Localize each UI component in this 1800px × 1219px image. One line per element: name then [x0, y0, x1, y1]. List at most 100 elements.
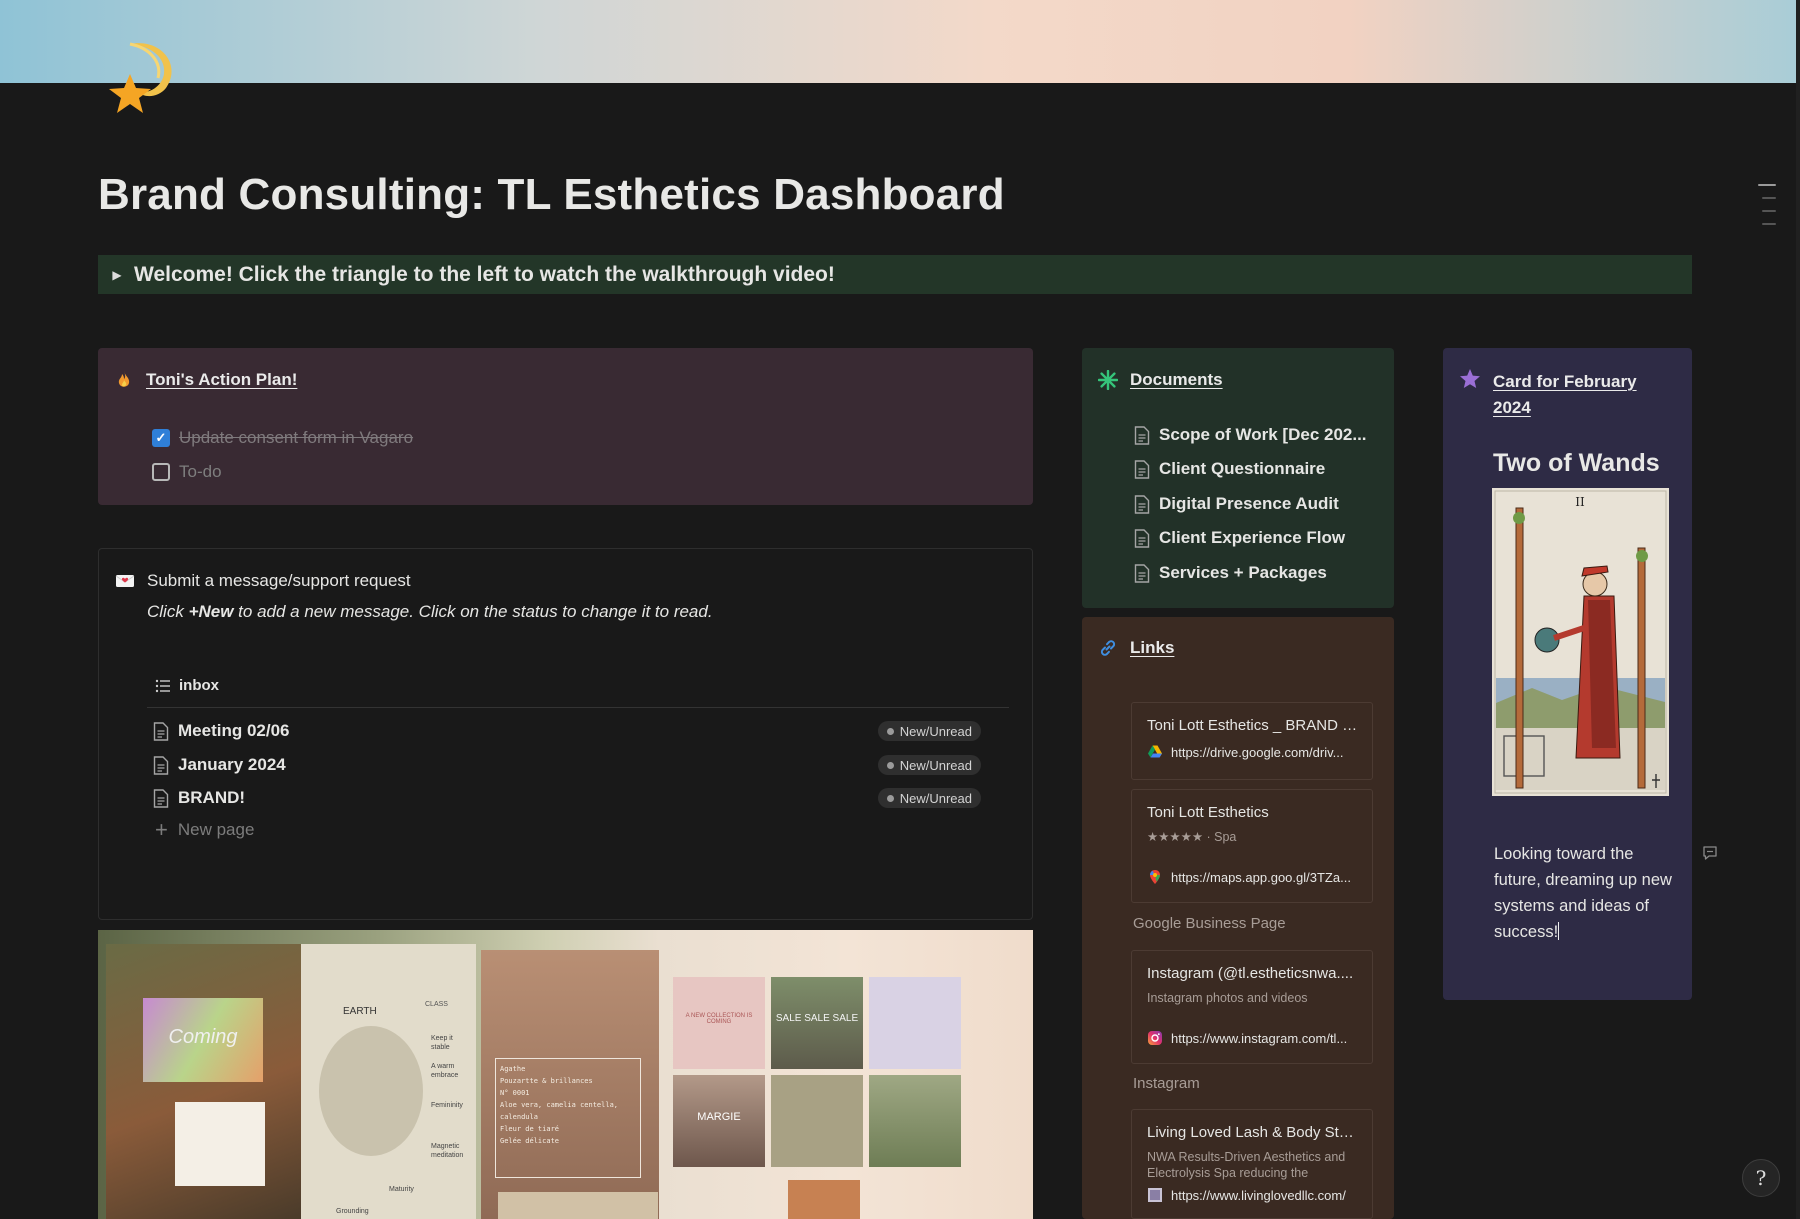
sale-tile: SALE SALE SALE [771, 977, 863, 1069]
page-icon [1134, 494, 1150, 514]
bookmark-title[interactable]: Toni Lott Esthetics _ BRAND - ... [1147, 717, 1358, 734]
bookmark-title[interactable]: Instagram (@tl.estheticsnwa.... [1147, 965, 1358, 982]
moodboard-image[interactable]: Coming EARTH CLASS Keep it stable A warm… [98, 930, 1033, 1219]
new-page-button[interactable]: + New page [155, 819, 254, 841]
bookmark-card[interactable]: Toni Lott Esthetics _ BRAND - ... https:… [1131, 702, 1373, 780]
document-link[interactable]: Digital Presence Audit [1134, 494, 1339, 514]
link-icon [1100, 640, 1116, 656]
help-label: ? [1755, 1166, 1767, 1190]
status-badge[interactable]: New/Unread [877, 721, 981, 741]
toc-line[interactable] [1758, 184, 1776, 186]
status-dot [886, 727, 894, 735]
margie-tile: MARGIE [673, 1075, 765, 1167]
text-cursor [1558, 922, 1560, 940]
comment-icon[interactable] [1702, 845, 1718, 861]
bookmark-url[interactable]: https://drive.google.com/driv... [1147, 744, 1358, 760]
scrollbar[interactable] [1796, 0, 1800, 1219]
document-link[interactable]: Client Experience Flow [1134, 528, 1345, 548]
links-heading[interactable]: Links [1098, 638, 1174, 658]
welcome-toggle[interactable]: ▶ Welcome! Click the triangle to the lef… [98, 255, 1692, 294]
page-icon [1134, 563, 1150, 583]
document-link[interactable]: Scope of Work [Dec 202... [1134, 425, 1367, 445]
toc-line[interactable] [1762, 223, 1776, 225]
asterisk-icon [1098, 370, 1118, 390]
bookmark-url[interactable]: https://www.instagram.com/tl... [1147, 1030, 1358, 1046]
page-icon [1134, 528, 1150, 548]
divider [147, 707, 1009, 708]
document-label[interactable]: Digital Presence Audit [1159, 494, 1339, 514]
view-tab-inbox[interactable]: inbox [155, 677, 219, 694]
photo-tile [498, 1192, 658, 1219]
toc-line[interactable] [1762, 197, 1776, 199]
status-dot [886, 761, 894, 769]
card-heading[interactable]: Card for February 2024 [1459, 369, 1637, 421]
links-title[interactable]: Links [1130, 638, 1174, 658]
documents-heading[interactable]: Documents [1098, 370, 1223, 390]
page-icon [1134, 459, 1150, 479]
checkbox-unchecked[interactable] [152, 463, 170, 481]
bookmark-card[interactable]: Instagram (@tl.estheticsnwa.... Instagra… [1131, 950, 1373, 1064]
toc-line[interactable] [1762, 210, 1776, 212]
love-letter-icon [115, 575, 135, 587]
document-label[interactable]: Client Experience Flow [1159, 528, 1345, 548]
view-tab-label[interactable]: inbox [179, 677, 219, 694]
toggle-triangle-icon[interactable]: ▶ [106, 268, 128, 282]
list-item-title[interactable]: Meeting 02/06 [178, 721, 878, 741]
tarot-card-image[interactable]: II [1492, 488, 1669, 796]
shooting-star-icon[interactable] [100, 36, 186, 122]
status-label: New/Unread [899, 790, 972, 806]
list-item[interactable]: Meeting 02/06 New/Unread [153, 716, 1009, 746]
star-icon [1460, 369, 1480, 388]
todo-item[interactable]: To-do [152, 462, 222, 482]
photo-tile [771, 1075, 863, 1167]
document-label[interactable]: Services + Packages [1159, 563, 1327, 583]
bookmark-url[interactable]: https://maps.app.goo.gl/3TZa... [1147, 869, 1358, 885]
status-label: New/Unread [899, 723, 972, 739]
table-of-contents[interactable] [1758, 184, 1776, 236]
todo-placeholder[interactable]: To-do [179, 462, 222, 482]
list-item-title[interactable]: BRAND! [178, 788, 878, 808]
status-dot [886, 794, 894, 802]
tarot-card-callout: Card for February 2024 Two of Wands II L… [1443, 348, 1692, 1000]
instagram-icon [1148, 1031, 1162, 1045]
card-reflection-text[interactable]: Looking toward the future, dreaming up n… [1494, 841, 1674, 945]
google-drive-icon [1148, 745, 1162, 758]
list-item-title[interactable]: January 2024 [178, 755, 878, 775]
plus-icon: + [155, 817, 168, 842]
bookmark-title[interactable]: Toni Lott Esthetics [1147, 804, 1358, 821]
document-link[interactable]: Client Questionnaire [1134, 459, 1325, 479]
status-badge[interactable]: New/Unread [877, 788, 981, 808]
message-title: Submit a message/support request [147, 571, 411, 590]
list-item[interactable]: BRAND! New/Unread [153, 783, 1009, 813]
page-icon [153, 755, 169, 775]
document-label[interactable]: Client Questionnaire [1159, 459, 1325, 479]
checkbox-checked[interactable]: ✓ [152, 429, 170, 447]
links-callout: Links Toni Lott Esthetics _ BRAND - ... … [1082, 617, 1394, 1219]
card-title[interactable]: Card for February 2024 [1493, 369, 1637, 421]
document-link[interactable]: Services + Packages [1134, 563, 1327, 583]
page-cover[interactable] [0, 0, 1796, 83]
document-label[interactable]: Scope of Work [Dec 202... [1159, 425, 1367, 445]
list-icon [155, 679, 170, 692]
bookmark-url[interactable]: https://www.livinglovedllc.com/ [1147, 1187, 1358, 1203]
action-plan-heading[interactable]: Toni's Action Plan! [114, 370, 297, 390]
bookmark-title[interactable]: Living Loved Lash & Body Stu... [1147, 1124, 1358, 1141]
todo-label[interactable]: Update consent form in Vagaro [179, 428, 413, 448]
page-icon [153, 721, 169, 741]
todo-item[interactable]: ✓ Update consent form in Vagaro [152, 428, 413, 448]
note-card [175, 1102, 265, 1186]
list-item[interactable]: January 2024 New/Unread [153, 750, 1009, 780]
bookmark-card[interactable]: Toni Lott Esthetics ★★★★★ · Spa https://… [1131, 789, 1373, 903]
page-title: Brand Consulting: TL Esthetics Dashboard [98, 170, 1005, 219]
help-button[interactable]: ? [1742, 1159, 1780, 1197]
message-callout: Submit a message/support request Click +… [98, 548, 1033, 920]
photo-tile [869, 1075, 961, 1167]
page-icon [153, 788, 169, 808]
status-label: New/Unread [899, 757, 972, 773]
action-plan-title[interactable]: Toni's Action Plan! [146, 370, 297, 390]
bookmark-description: NWA Results-Driven Aesthetics and Electr… [1147, 1150, 1346, 1180]
website-icon [1148, 1188, 1162, 1202]
status-badge[interactable]: New/Unread [877, 755, 981, 775]
documents-title[interactable]: Documents [1130, 370, 1223, 390]
bookmark-card[interactable]: Living Loved Lash & Body Stu... NWA Resu… [1131, 1109, 1373, 1219]
